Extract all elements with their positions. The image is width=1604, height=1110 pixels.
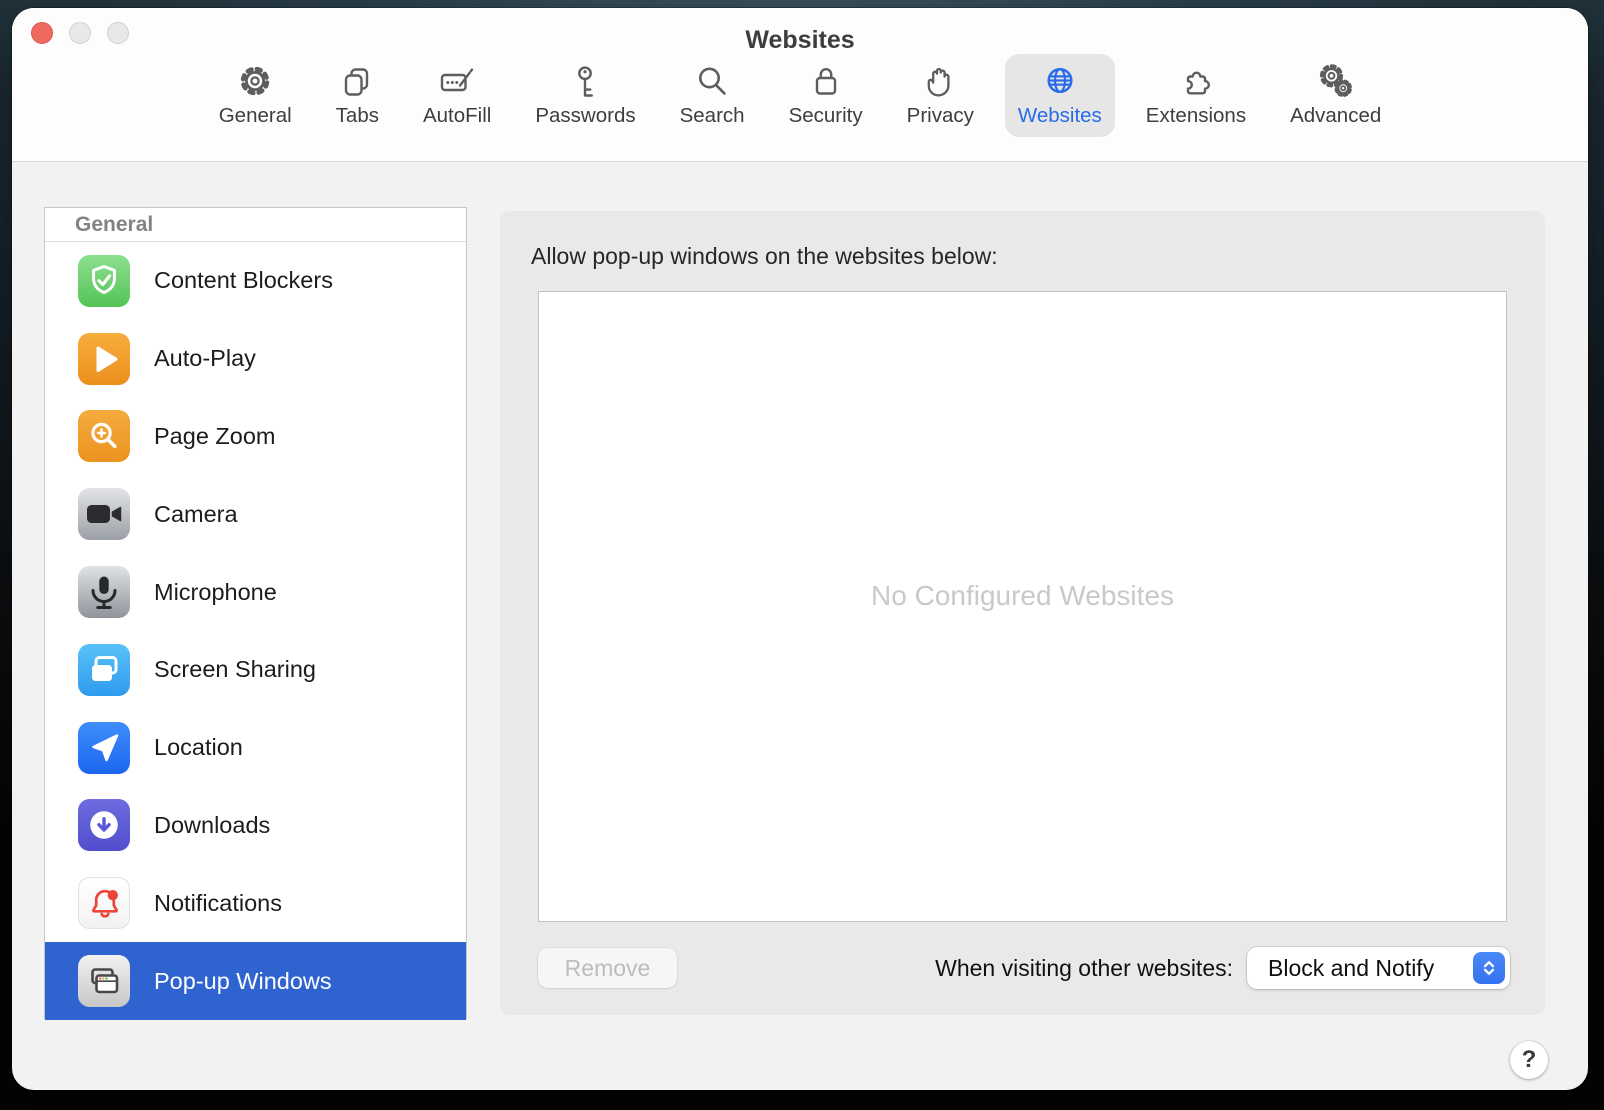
camera-icon: [78, 488, 130, 541]
configured-websites-list[interactable]: No Configured Websites: [538, 291, 1507, 922]
sidebar-item-label: Pop-up Windows: [154, 967, 332, 994]
download-circle-icon: [78, 799, 130, 852]
sidebar-item-label: Location: [154, 734, 243, 761]
search-icon: [692, 62, 732, 102]
gears-icon: [1316, 62, 1356, 102]
sidebar-item-label: Microphone: [154, 578, 277, 605]
toolbar-tab-passwords[interactable]: Passwords: [522, 54, 648, 137]
toolbar-tab-label: General: [218, 104, 292, 127]
sidebar-item-label: Auto-Play: [154, 345, 256, 372]
screen-sharing-icon: [78, 643, 130, 696]
sidebar-item-label: Camera: [154, 500, 238, 527]
sidebar-item-page-zoom[interactable]: Page Zoom: [45, 398, 466, 476]
toolbar-tab-tabs[interactable]: Tabs: [323, 54, 392, 137]
sidebar-item-location[interactable]: Location: [45, 709, 466, 787]
lock-icon: [806, 62, 846, 102]
popup-windows-icon: [78, 955, 130, 1008]
sidebar-item-camera[interactable]: Camera: [45, 475, 466, 553]
sidebar-item-label: Content Blockers: [154, 267, 333, 294]
sidebar-item-label: Page Zoom: [154, 422, 276, 449]
toolbar-tab-label: Extensions: [1145, 104, 1247, 127]
sidebar-item-auto-play[interactable]: Auto-Play: [45, 320, 466, 398]
other-websites-policy-dropdown[interactable]: Block and Notify: [1247, 947, 1510, 989]
sidebar-item-content-blockers[interactable]: Content Blockers: [45, 242, 466, 320]
when-visiting-label: When visiting other websites:: [935, 954, 1233, 981]
gear-icon: [235, 62, 275, 102]
panel-heading: Allow pop-up windows on the websites bel…: [531, 243, 998, 269]
toolbar-tab-label: Privacy: [906, 104, 974, 127]
window-title: Websites: [745, 26, 855, 54]
sidebar-item-screen-sharing[interactable]: Screen Sharing: [45, 631, 466, 709]
toolbar-tab-autofill[interactable]: AutoFill: [410, 54, 504, 137]
toolbar-tab-label: Passwords: [535, 104, 636, 127]
sidebar-header: General: [45, 208, 466, 242]
magnifier-plus-icon: [78, 410, 130, 463]
help-button[interactable]: ?: [1510, 1041, 1548, 1079]
sidebar-item-pop-up-windows[interactable]: Pop-up Windows: [45, 942, 466, 1020]
key-icon: [565, 62, 605, 102]
toolbar-tab-general[interactable]: General: [206, 54, 305, 137]
toolbar-tab-privacy[interactable]: Privacy: [894, 54, 987, 137]
main-panel: Allow pop-up windows on the websites bel…: [500, 211, 1545, 1015]
toolbar-tab-label: Security: [788, 104, 863, 127]
dropdown-selected-value: Block and Notify: [1268, 954, 1435, 981]
toolbar-tab-label: Search: [679, 104, 745, 127]
remove-button[interactable]: Remove: [538, 948, 677, 988]
tabs-icon: [337, 62, 377, 102]
toolbar-tab-label: Tabs: [335, 104, 379, 127]
safari-preferences-window: Websites General Tabs AutoFill Passwords…: [12, 8, 1588, 1090]
toolbar-tab-label: Advanced: [1290, 104, 1382, 127]
bell-badge-icon: [78, 877, 130, 930]
toolbar-tab-websites[interactable]: Websites: [1004, 54, 1115, 137]
shield-check-icon: [78, 254, 130, 307]
play-icon: [78, 332, 130, 385]
toolbar-tabs: General Tabs AutoFill Passwords Search S…: [12, 54, 1588, 137]
sidebar-list: Content Blockers Auto-Play Page Zoom Came…: [45, 242, 466, 1020]
sidebar-item-microphone[interactable]: Microphone: [45, 553, 466, 631]
toolbar-tab-extensions[interactable]: Extensions: [1133, 54, 1259, 137]
toolbar-tab-search[interactable]: Search: [667, 54, 758, 137]
chevron-up-down-icon: [1473, 952, 1505, 984]
titlebar-toolbar: Websites General Tabs AutoFill Passwords…: [12, 8, 1588, 162]
toolbar-tab-label: Websites: [1017, 104, 1102, 127]
toolbar-tab-advanced[interactable]: Advanced: [1277, 54, 1394, 137]
globe-icon: [1040, 62, 1080, 102]
hand-icon: [920, 62, 960, 102]
toolbar-tab-label: AutoFill: [422, 104, 492, 127]
microphone-icon: [78, 566, 130, 619]
location-arrow-icon: [78, 721, 130, 774]
sidebar-item-label: Screen Sharing: [154, 656, 316, 683]
sidebar: General Content Blockers Auto-Play Page Z…: [44, 207, 467, 1020]
sidebar-item-label: Downloads: [154, 811, 271, 838]
sidebar-item-label: Notifications: [154, 889, 282, 916]
sidebar-item-notifications[interactable]: Notifications: [45, 864, 466, 942]
autofill-icon: [437, 62, 477, 102]
puzzle-icon: [1176, 62, 1216, 102]
empty-list-placeholder: No Configured Websites: [871, 579, 1174, 611]
toolbar-tab-security[interactable]: Security: [776, 54, 876, 137]
sidebar-item-downloads[interactable]: Downloads: [45, 787, 466, 865]
